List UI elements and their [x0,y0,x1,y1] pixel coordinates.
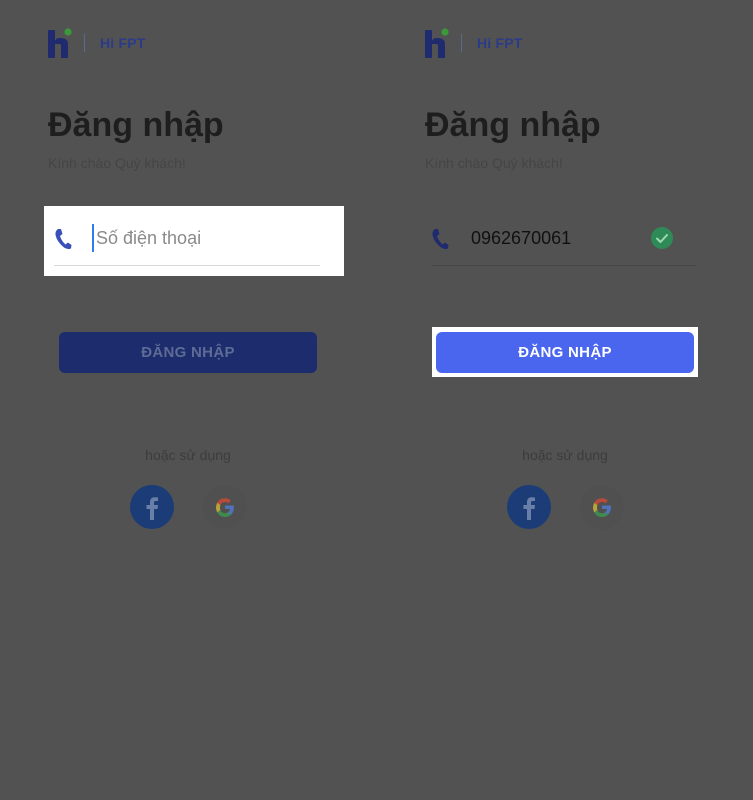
brand-name: Hi FPT [100,35,146,51]
check-icon [651,227,673,249]
login-button[interactable]: ĐĂNG NHẬP [436,332,694,373]
login-button[interactable]: ĐĂNG NHẬP [59,332,317,373]
login-button-wrap: ĐĂNG NHẬP [432,327,698,377]
facebook-icon [146,497,158,520]
hi-fpt-logo [425,28,449,58]
phone-field [44,206,344,276]
page-subtitle: Kính chào Quý khách! [48,155,186,171]
page-title: Đăng nhập [425,106,601,144]
login-screen-empty: Hi FPT Đăng nhập Kính chào Quý khách! ĐĂ… [0,0,376,800]
login-button-wrap: ĐĂNG NHẬP [55,327,321,377]
header-divider [84,34,85,52]
field-underline [431,265,697,266]
or-use-label: hoặc sử dụng [522,447,608,463]
phone-field [421,206,721,276]
phone-icon [432,229,449,250]
field-underline [54,265,320,266]
google-icon [593,498,611,517]
header-divider [461,34,462,52]
hi-fpt-logo [48,28,72,58]
page-subtitle: Kính chào Quý khách! [425,155,563,171]
phone-icon [55,229,72,250]
brand-name: Hi FPT [477,35,523,51]
google-login-button[interactable] [580,485,624,529]
facebook-icon [523,497,535,520]
google-login-button[interactable] [203,485,247,529]
facebook-login-button[interactable] [130,485,174,529]
or-use-label: hoặc sử dụng [145,447,231,463]
page-title: Đăng nhập [48,106,224,144]
google-icon [216,498,234,517]
login-screen-filled: Hi FPT Đăng nhập Kính chào Quý khách! ĐĂ… [377,0,753,800]
phone-input[interactable] [92,224,316,252]
facebook-login-button[interactable] [507,485,551,529]
